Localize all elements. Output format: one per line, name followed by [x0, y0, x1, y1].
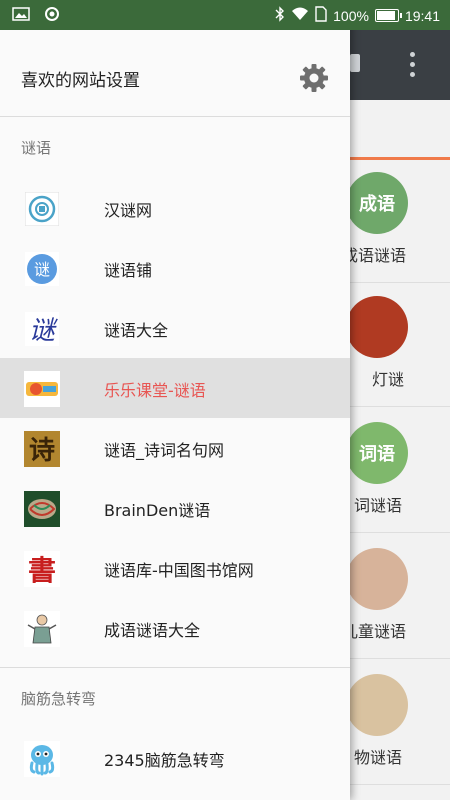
image-icon	[12, 7, 30, 25]
background-app: 成语 成语谜语 灯谜 词语 词谜语 儿童谜语 物谜语	[350, 0, 450, 800]
drawer-item-brainden[interactable]: BrainDen谜语	[0, 478, 350, 538]
svg-text:谜: 谜	[29, 316, 58, 346]
battery-icon	[374, 9, 402, 22]
drawer-item-label: 谜语铺	[104, 261, 153, 280]
drawer-item-label: 2345脑筋急转弯	[104, 751, 225, 770]
library-logo-icon: 書	[24, 551, 60, 587]
drawer-header: 喜欢的网站设置	[0, 30, 350, 117]
category-thumb: 词语	[350, 422, 408, 484]
gift-icon	[350, 54, 360, 72]
category-label: 灯谜	[372, 370, 405, 389]
bluetooth-icon	[275, 6, 285, 25]
category-label: 儿童谜语	[350, 622, 407, 641]
shici-logo-icon: 诗	[24, 431, 60, 467]
category-badge: 词语	[359, 444, 395, 465]
drawer-item-shici[interactable]: 诗 谜语_诗词名句网	[0, 418, 350, 478]
background-category-item: 灯谜	[350, 286, 450, 407]
drawer-item-label: 谜语_诗词名句网	[104, 441, 225, 460]
sync-icon	[44, 6, 60, 26]
category-thumb: 成语	[350, 172, 408, 234]
octopus-logo-icon	[24, 741, 60, 777]
category-label: 词谜语	[354, 496, 403, 515]
drawer-item-2345[interactable]: 2345脑筋急转弯	[0, 728, 350, 788]
category-badge: 成语	[359, 194, 395, 215]
clock: 19:41	[404, 7, 440, 24]
section-divider	[0, 667, 350, 668]
background-category-item: 成语 成语谜语	[350, 162, 450, 283]
background-category-item: 物谜语	[350, 664, 450, 785]
miyupu-logo-icon: 谜	[24, 251, 60, 287]
gear-icon[interactable]	[298, 62, 330, 94]
miyu-daquan-logo-icon: 谜	[24, 311, 60, 347]
category-thumb	[350, 296, 408, 358]
background-category-item: 词语 词谜语	[350, 412, 450, 533]
drawer-title: 喜欢的网站设置	[21, 71, 140, 91]
drawer-item-label: 汉谜网	[104, 201, 153, 220]
background-category-item: 儿童谜语	[350, 538, 450, 659]
drawer-item-label: 乐乐课堂-谜语	[104, 381, 206, 400]
drawer-item-label: BrainDen谜语	[104, 501, 211, 520]
section-header-riddles: 谜语	[21, 139, 52, 157]
background-app-bar	[350, 30, 450, 100]
section-header-brain-teasers: 脑筋急转弯	[21, 690, 97, 708]
drawer-item-library[interactable]: 書 谜语库-中国图书馆网	[0, 538, 350, 598]
drawer-item-miyu-daquan[interactable]: 谜 谜语大全	[0, 298, 350, 358]
drawer-item-label: 谜语库-中国图书馆网	[104, 561, 254, 580]
category-label: 物谜语	[354, 748, 403, 767]
svg-text:谜: 谜	[34, 260, 50, 279]
category-thumb	[350, 674, 408, 736]
chengyu-figure-icon	[24, 611, 60, 647]
svg-text:诗: 诗	[29, 436, 55, 466]
category-label: 成语谜语	[350, 246, 407, 265]
sim-icon	[315, 6, 327, 25]
lele-ketang-logo-icon	[24, 371, 60, 407]
drawer-item-label: 谜语大全	[104, 321, 169, 340]
svg-text:書: 書	[28, 554, 56, 587]
hanmi-logo-icon	[24, 191, 60, 227]
tab-indicator	[350, 157, 450, 160]
category-thumb	[350, 548, 408, 610]
brainden-logo-icon	[24, 491, 60, 527]
status-bar: 100% 19:41	[0, 0, 450, 30]
battery-text: 100%	[333, 7, 369, 24]
drawer-item-hanmi[interactable]: 汉谜网	[0, 178, 350, 238]
drawer-item-lele-ketang[interactable]: 乐乐课堂-谜语	[0, 358, 350, 418]
more-vert-icon	[410, 52, 416, 82]
navigation-drawer: 喜欢的网站设置 谜语 汉谜网 谜 谜语铺 谜 谜语大全 乐乐课堂-谜语 诗 谜语…	[0, 0, 350, 800]
drawer-item-chengyu[interactable]: 成语谜语大全	[0, 598, 350, 658]
drawer-item-label: 成语谜语大全	[104, 621, 201, 640]
drawer-item-miyupu[interactable]: 谜 谜语铺	[0, 238, 350, 298]
wifi-icon	[291, 7, 309, 24]
